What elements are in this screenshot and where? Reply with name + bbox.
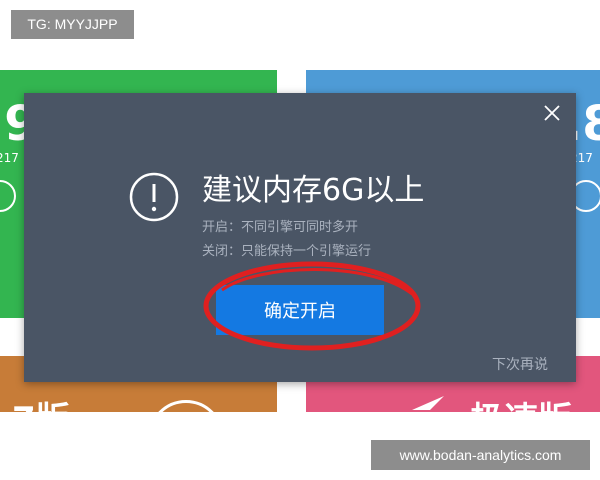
tile-pink-label: 极速版: [470, 392, 572, 412]
watermark-bottom: www.bodan-analytics.com: [371, 440, 590, 470]
dialog-line-off: 关闭：只能保持一个引擎运行: [202, 244, 372, 259]
memory-warning-dialog: 建议内存6G以上 开启：不同引擎可同时多开 关闭：只能保持一个引擎运行 确定开启…: [24, 93, 576, 382]
dialog-title: 建议内存6G以上: [202, 173, 425, 208]
confirm-enable-button[interactable]: 确定开启: [216, 285, 384, 335]
tile-green-sub: 217: [0, 151, 19, 165]
exclamation-circle-icon: [129, 172, 179, 222]
tile-orange-label: 7版: [12, 392, 70, 412]
close-icon[interactable]: [542, 103, 562, 123]
rocket-icon: [412, 396, 444, 410]
dialog-line-on: 开启：不同引擎可同时多开: [202, 220, 359, 235]
remind-later-link[interactable]: 下次再说: [492, 354, 548, 374]
watermark-top: TG: MYYJJPP: [11, 10, 134, 39]
tile-green-circle-icon: [0, 180, 16, 212]
tile-orange-ring-icon: [148, 400, 224, 412]
